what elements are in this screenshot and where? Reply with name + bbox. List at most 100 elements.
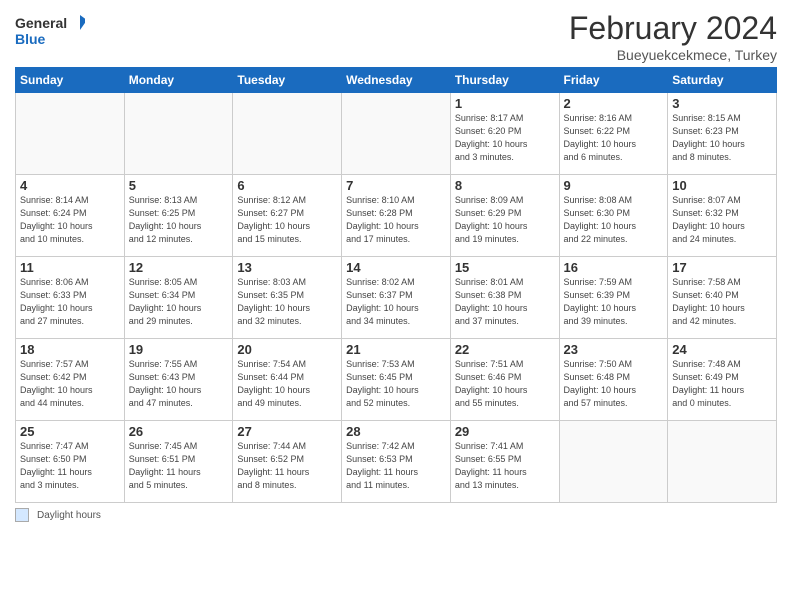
calendar-day-cell: 21Sunrise: 7:53 AM Sunset: 6:45 PM Dayli… <box>342 339 451 421</box>
calendar-day-cell <box>559 421 668 503</box>
day-number: 21 <box>346 342 446 357</box>
day-number: 12 <box>129 260 229 275</box>
day-info: Sunrise: 7:47 AM Sunset: 6:50 PM Dayligh… <box>20 440 120 492</box>
day-number: 8 <box>455 178 555 193</box>
day-info: Sunrise: 7:50 AM Sunset: 6:48 PM Dayligh… <box>564 358 664 410</box>
calendar-day-cell: 27Sunrise: 7:44 AM Sunset: 6:52 PM Dayli… <box>233 421 342 503</box>
day-info: Sunrise: 8:06 AM Sunset: 6:33 PM Dayligh… <box>20 276 120 328</box>
calendar-day-cell <box>16 93 125 175</box>
calendar-day-cell: 17Sunrise: 7:58 AM Sunset: 6:40 PM Dayli… <box>668 257 777 339</box>
day-number: 2 <box>564 96 664 111</box>
svg-text:Blue: Blue <box>15 31 46 47</box>
day-number: 20 <box>237 342 337 357</box>
day-info: Sunrise: 8:16 AM Sunset: 6:22 PM Dayligh… <box>564 112 664 164</box>
day-info: Sunrise: 8:08 AM Sunset: 6:30 PM Dayligh… <box>564 194 664 246</box>
calendar-day-cell: 25Sunrise: 7:47 AM Sunset: 6:50 PM Dayli… <box>16 421 125 503</box>
calendar-day-cell: 9Sunrise: 8:08 AM Sunset: 6:30 PM Daylig… <box>559 175 668 257</box>
legend-box <box>15 508 29 522</box>
calendar-day-header: Friday <box>559 68 668 93</box>
calendar-week-row: 4Sunrise: 8:14 AM Sunset: 6:24 PM Daylig… <box>16 175 777 257</box>
day-number: 9 <box>564 178 664 193</box>
month-title: February 2024 <box>569 10 777 47</box>
day-number: 7 <box>346 178 446 193</box>
svg-text:General: General <box>15 15 67 31</box>
day-info: Sunrise: 7:55 AM Sunset: 6:43 PM Dayligh… <box>129 358 229 410</box>
day-number: 14 <box>346 260 446 275</box>
calendar-day-header: Tuesday <box>233 68 342 93</box>
calendar-day-cell: 14Sunrise: 8:02 AM Sunset: 6:37 PM Dayli… <box>342 257 451 339</box>
day-info: Sunrise: 8:05 AM Sunset: 6:34 PM Dayligh… <box>129 276 229 328</box>
day-info: Sunrise: 8:02 AM Sunset: 6:37 PM Dayligh… <box>346 276 446 328</box>
day-number: 3 <box>672 96 772 111</box>
day-number: 15 <box>455 260 555 275</box>
day-info: Sunrise: 7:53 AM Sunset: 6:45 PM Dayligh… <box>346 358 446 410</box>
day-number: 5 <box>129 178 229 193</box>
day-info: Sunrise: 7:58 AM Sunset: 6:40 PM Dayligh… <box>672 276 772 328</box>
calendar-day-cell: 18Sunrise: 7:57 AM Sunset: 6:42 PM Dayli… <box>16 339 125 421</box>
calendar-day-cell: 2Sunrise: 8:16 AM Sunset: 6:22 PM Daylig… <box>559 93 668 175</box>
calendar-day-cell: 12Sunrise: 8:05 AM Sunset: 6:34 PM Dayli… <box>124 257 233 339</box>
day-number: 29 <box>455 424 555 439</box>
day-info: Sunrise: 8:14 AM Sunset: 6:24 PM Dayligh… <box>20 194 120 246</box>
calendar-day-cell: 19Sunrise: 7:55 AM Sunset: 6:43 PM Dayli… <box>124 339 233 421</box>
day-number: 26 <box>129 424 229 439</box>
calendar-header-row: SundayMondayTuesdayWednesdayThursdayFrid… <box>16 68 777 93</box>
day-info: Sunrise: 7:42 AM Sunset: 6:53 PM Dayligh… <box>346 440 446 492</box>
calendar-day-cell <box>233 93 342 175</box>
day-number: 24 <box>672 342 772 357</box>
title-block: February 2024 Bueyuekcekmece, Turkey <box>569 10 777 63</box>
calendar-day-cell: 4Sunrise: 8:14 AM Sunset: 6:24 PM Daylig… <box>16 175 125 257</box>
day-number: 6 <box>237 178 337 193</box>
day-info: Sunrise: 7:57 AM Sunset: 6:42 PM Dayligh… <box>20 358 120 410</box>
day-info: Sunrise: 7:51 AM Sunset: 6:46 PM Dayligh… <box>455 358 555 410</box>
calendar-day-cell: 15Sunrise: 8:01 AM Sunset: 6:38 PM Dayli… <box>450 257 559 339</box>
day-info: Sunrise: 8:09 AM Sunset: 6:29 PM Dayligh… <box>455 194 555 246</box>
day-info: Sunrise: 8:12 AM Sunset: 6:27 PM Dayligh… <box>237 194 337 246</box>
calendar-day-cell: 22Sunrise: 7:51 AM Sunset: 6:46 PM Dayli… <box>450 339 559 421</box>
day-number: 1 <box>455 96 555 111</box>
day-number: 13 <box>237 260 337 275</box>
calendar-day-cell: 7Sunrise: 8:10 AM Sunset: 6:28 PM Daylig… <box>342 175 451 257</box>
logo-svg: General Blue <box>15 10 85 50</box>
calendar-day-cell: 5Sunrise: 8:13 AM Sunset: 6:25 PM Daylig… <box>124 175 233 257</box>
day-number: 19 <box>129 342 229 357</box>
day-number: 16 <box>564 260 664 275</box>
calendar-day-cell: 3Sunrise: 8:15 AM Sunset: 6:23 PM Daylig… <box>668 93 777 175</box>
day-number: 28 <box>346 424 446 439</box>
day-info: Sunrise: 8:10 AM Sunset: 6:28 PM Dayligh… <box>346 194 446 246</box>
day-number: 27 <box>237 424 337 439</box>
calendar-day-cell: 28Sunrise: 7:42 AM Sunset: 6:53 PM Dayli… <box>342 421 451 503</box>
header: General Blue February 2024 Bueyuekcekmec… <box>15 10 777 63</box>
location-subtitle: Bueyuekcekmece, Turkey <box>569 47 777 63</box>
calendar-day-cell: 13Sunrise: 8:03 AM Sunset: 6:35 PM Dayli… <box>233 257 342 339</box>
legend-label: Daylight hours <box>37 510 101 521</box>
calendar-day-cell: 6Sunrise: 8:12 AM Sunset: 6:27 PM Daylig… <box>233 175 342 257</box>
calendar-day-cell: 23Sunrise: 7:50 AM Sunset: 6:48 PM Dayli… <box>559 339 668 421</box>
day-info: Sunrise: 7:59 AM Sunset: 6:39 PM Dayligh… <box>564 276 664 328</box>
day-info: Sunrise: 8:03 AM Sunset: 6:35 PM Dayligh… <box>237 276 337 328</box>
calendar-table: SundayMondayTuesdayWednesdayThursdayFrid… <box>15 67 777 503</box>
calendar-day-cell: 29Sunrise: 7:41 AM Sunset: 6:55 PM Dayli… <box>450 421 559 503</box>
day-info: Sunrise: 7:54 AM Sunset: 6:44 PM Dayligh… <box>237 358 337 410</box>
logo: General Blue <box>15 10 85 50</box>
calendar-day-cell <box>342 93 451 175</box>
day-number: 23 <box>564 342 664 357</box>
calendar-day-cell: 11Sunrise: 8:06 AM Sunset: 6:33 PM Dayli… <box>16 257 125 339</box>
day-info: Sunrise: 7:48 AM Sunset: 6:49 PM Dayligh… <box>672 358 772 410</box>
day-info: Sunrise: 8:07 AM Sunset: 6:32 PM Dayligh… <box>672 194 772 246</box>
calendar-day-header: Wednesday <box>342 68 451 93</box>
calendar-week-row: 1Sunrise: 8:17 AM Sunset: 6:20 PM Daylig… <box>16 93 777 175</box>
day-number: 18 <box>20 342 120 357</box>
day-number: 4 <box>20 178 120 193</box>
page-container: General Blue February 2024 Bueyuekcekmec… <box>0 0 792 532</box>
calendar-day-cell: 8Sunrise: 8:09 AM Sunset: 6:29 PM Daylig… <box>450 175 559 257</box>
calendar-day-header: Saturday <box>668 68 777 93</box>
day-info: Sunrise: 8:17 AM Sunset: 6:20 PM Dayligh… <box>455 112 555 164</box>
calendar-day-cell <box>124 93 233 175</box>
calendar-day-cell: 16Sunrise: 7:59 AM Sunset: 6:39 PM Dayli… <box>559 257 668 339</box>
calendar-day-cell: 24Sunrise: 7:48 AM Sunset: 6:49 PM Dayli… <box>668 339 777 421</box>
day-number: 10 <box>672 178 772 193</box>
day-info: Sunrise: 7:45 AM Sunset: 6:51 PM Dayligh… <box>129 440 229 492</box>
calendar-day-cell <box>668 421 777 503</box>
calendar-day-header: Sunday <box>16 68 125 93</box>
